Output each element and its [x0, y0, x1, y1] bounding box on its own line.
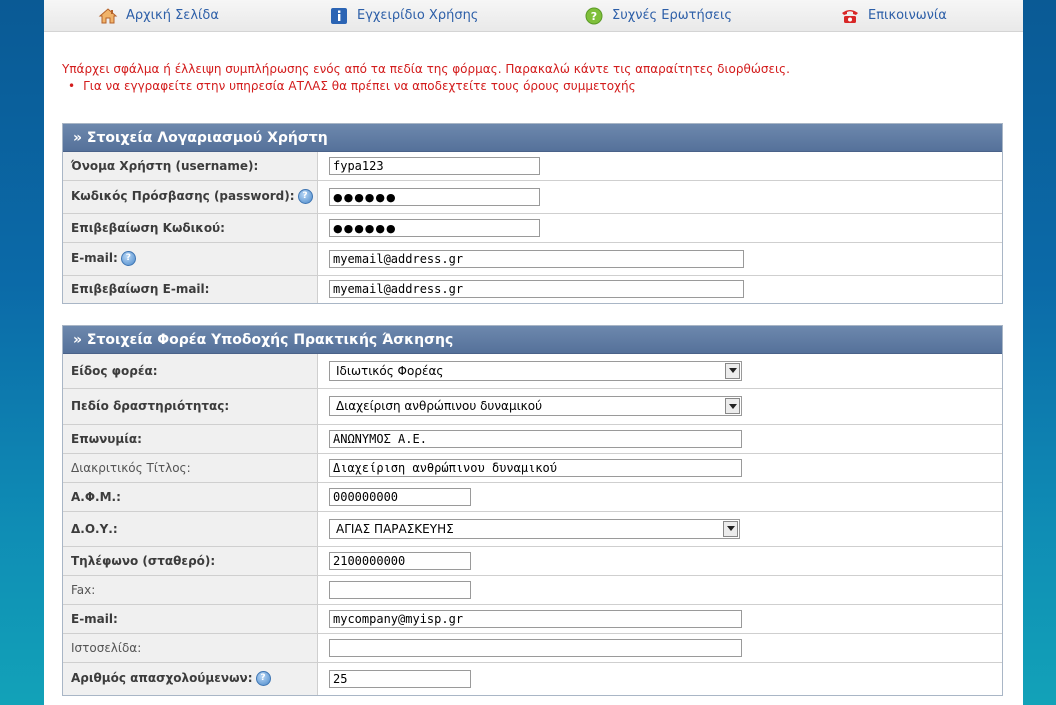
form-row: Πεδίο δραστηριότητας: Διαχείριση ανθρώπι…: [63, 387, 1002, 424]
doy-select[interactable]: ΑΓΙΑΣ ΠΑΡΑΣΚΕΥΗΣ: [329, 518, 740, 539]
form-row: E-mail:? myemail@address.gr: [63, 241, 1002, 275]
form-row: Διακριτικός Τίτλος: Διαχείριση ανθρώπινο…: [63, 452, 1002, 482]
nav-faq-link[interactable]: ? Συχνές Ερωτήσεις: [584, 0, 732, 31]
account-section-title: » Στοιχεία Λογαριασμού Χρήστη: [63, 124, 1002, 152]
nav-manual-label: Εγχειρίδιο Χρήσης: [357, 8, 479, 23]
password-label-cell: Κωδικός Πρόσβασης (password):?: [63, 179, 318, 213]
fax-label: Fax:: [63, 574, 318, 604]
company-name-input[interactable]: ΑΝΩΝΥΜΟΣ Α.Ε.: [329, 429, 742, 448]
telephone-icon: [840, 6, 860, 26]
activity-field-label: Πεδίο δραστηριότητας:: [63, 387, 318, 424]
account-form-table: Όνομα Χρήστη (username): fypa123 Κωδικός…: [63, 152, 1002, 303]
nav-home-link[interactable]: Αρχική Σελίδα: [98, 0, 219, 31]
svg-text:?: ?: [591, 10, 597, 23]
nav-home-label: Αρχική Σελίδα: [126, 8, 219, 23]
form-row: Επιβεβαίωση Κωδικού: ●●●●●●: [63, 212, 1002, 242]
form-row: Α.Φ.Μ.: 000000000: [63, 481, 1002, 511]
page-container: Αρχική Σελίδα Εγχειρίδιο Χρήσης ? Συχνές…: [44, 0, 1023, 705]
nav-faq-label: Συχνές Ερωτήσεις: [612, 8, 733, 23]
form-row: Επιβεβαίωση E-mail: myemail@address.gr: [63, 274, 1002, 303]
activity-field-select[interactable]: Διαχείριση ανθρώπινου δυναμικού: [329, 396, 742, 416]
nav-contact-label: Επικοινωνία: [868, 8, 947, 23]
password-input[interactable]: ●●●●●●: [329, 187, 540, 206]
username-input[interactable]: fypa123: [329, 156, 540, 175]
activity-field-value: Διαχείριση ανθρώπινου δυναμικού: [336, 399, 543, 413]
afm-input[interactable]: 000000000: [329, 487, 471, 506]
distinct-title-input[interactable]: Διαχείριση ανθρώπινου δυναμικού: [329, 458, 742, 477]
email-confirm-label: Επιβεβαίωση E-mail:: [63, 274, 318, 303]
password-label: Κωδικός Πρόσβασης (password):: [71, 189, 295, 203]
chevron-down-icon[interactable]: [725, 362, 740, 379]
phone-label: Τηλέφωνο (σταθερό):: [63, 545, 318, 575]
error-summary: Υπάρχει σφάλμα ή έλλειψη συμπλήρωσης ενό…: [62, 61, 790, 95]
account-section: » Στοιχεία Λογαριασμού Χρήστη Όνομα Χρήσ…: [62, 123, 1003, 304]
org-email-label: E-mail:: [63, 603, 318, 633]
form-row: Ιστοσελίδα:: [63, 632, 1002, 662]
error-message: Υπάρχει σφάλμα ή έλλειψη συμπλήρωσης ενό…: [62, 62, 790, 76]
form-row: Δ.Ο.Υ.: ΑΓΙΑΣ ΠΑΡΑΣΚΕΥΗΣ: [63, 510, 1002, 546]
employees-label: Αριθμός απασχολούμενων:: [71, 671, 253, 686]
error-item-terms: Για να εγγραφείτε στην υπηρεσία ΑΤΛΑΣ θα…: [62, 78, 790, 95]
password-confirm-label: Επιβεβαίωση Κωδικού:: [63, 212, 318, 242]
password-confirm-input[interactable]: ●●●●●●: [329, 218, 540, 237]
question-icon: ?: [584, 6, 604, 26]
website-label: Ιστοσελίδα:: [63, 632, 318, 662]
form-row: Επωνυμία: ΑΝΩΝΥΜΟΣ Α.Ε.: [63, 423, 1002, 453]
org-email-input[interactable]: mycompany@myisp.gr: [329, 609, 742, 628]
employees-input[interactable]: 25: [329, 669, 471, 688]
home-icon: [98, 6, 118, 26]
organization-form-table: Είδος φορέα: Ιδιωτικός Φορέας Πεδίο δρασ…: [63, 354, 1002, 695]
chevron-down-icon[interactable]: [723, 520, 738, 537]
email-confirm-input[interactable]: myemail@address.gr: [329, 280, 744, 299]
nav-manual-link[interactable]: Εγχειρίδιο Χρήσης: [329, 0, 478, 31]
organization-section-title: » Στοιχεία Φορέα Υποδοχής Πρακτικής Άσκη…: [63, 326, 1002, 354]
form-row: Κωδικός Πρόσβασης (password):? ●●●●●●: [63, 179, 1002, 213]
doy-label: Δ.Ο.Υ.:: [63, 510, 318, 546]
form-row: Fax:: [63, 574, 1002, 604]
company-name-label: Επωνυμία:: [63, 423, 318, 453]
organization-section: » Στοιχεία Φορέα Υποδοχής Πρακτικής Άσκη…: [62, 325, 1003, 696]
phone-input[interactable]: 2100000000: [329, 551, 471, 570]
chevron-down-icon[interactable]: [725, 398, 740, 414]
nav-contact-link[interactable]: Επικοινωνία: [840, 0, 947, 31]
form-row: Είδος φορέα: Ιδιωτικός Φορέας: [63, 354, 1002, 388]
info-icon: [329, 6, 349, 26]
top-navigation: Αρχική Σελίδα Εγχειρίδιο Χρήσης ? Συχνές…: [44, 0, 1023, 32]
afm-label: Α.Φ.Μ.:: [63, 481, 318, 511]
email-input[interactable]: myemail@address.gr: [329, 249, 744, 268]
distinct-title-label: Διακριτικός Τίτλος:: [63, 452, 318, 482]
employees-label-cell: Αριθμός απασχολούμενων:?: [63, 661, 318, 695]
form-row: E-mail: mycompany@myisp.gr: [63, 603, 1002, 633]
org-type-value: Ιδιωτικός Φορέας: [336, 363, 444, 378]
doy-value: ΑΓΙΑΣ ΠΑΡΑΣΚΕΥΗΣ: [336, 521, 454, 536]
email-label-cell: E-mail:?: [63, 241, 318, 275]
form-row: Όνομα Χρήστη (username): fypa123: [63, 152, 1002, 180]
org-type-label: Είδος φορέα:: [63, 354, 318, 388]
fax-input[interactable]: [329, 580, 471, 599]
org-type-select[interactable]: Ιδιωτικός Φορέας: [329, 360, 742, 381]
form-row: Αριθμός απασχολούμενων:? 25: [63, 661, 1002, 695]
help-icon[interactable]: ?: [255, 671, 271, 687]
help-icon[interactable]: ?: [120, 251, 136, 266]
website-input[interactable]: [329, 638, 742, 657]
email-label: E-mail:: [71, 251, 118, 265]
username-label: Όνομα Χρήστη (username):: [63, 152, 318, 180]
form-row: Τηλέφωνο (σταθερό): 2100000000: [63, 545, 1002, 575]
help-icon[interactable]: ?: [297, 189, 313, 204]
